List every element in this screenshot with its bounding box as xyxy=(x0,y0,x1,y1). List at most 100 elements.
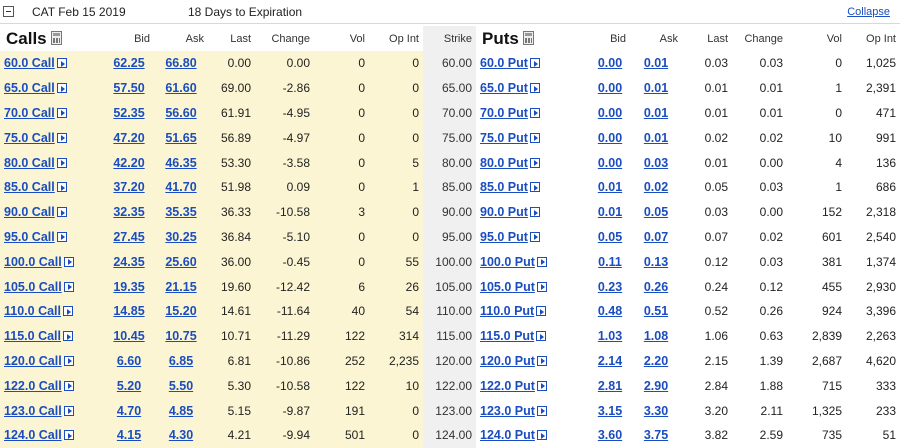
arrow-right-box-icon[interactable] xyxy=(536,430,547,441)
call-ask[interactable]: 6.85 xyxy=(169,354,193,368)
call-contract-link[interactable]: 75.0 Call xyxy=(4,131,55,145)
arrow-right-box-icon[interactable] xyxy=(56,157,67,168)
put-ask[interactable]: 2.20 xyxy=(644,354,668,368)
call-contract-link[interactable]: 85.0 Call xyxy=(4,180,55,194)
put-bid[interactable]: 0.23 xyxy=(598,280,622,294)
put-contract-link[interactable]: 105.0 Put xyxy=(480,280,535,294)
put-contract-link[interactable]: 100.0 Put xyxy=(480,255,535,269)
call-contract-link[interactable]: 70.0 Call xyxy=(4,106,55,120)
call-contract-link[interactable]: 115.0 Call xyxy=(4,329,61,343)
calls-change-header[interactable]: Change xyxy=(255,26,314,51)
arrow-right-box-icon[interactable] xyxy=(63,331,73,342)
call-bid[interactable]: 52.35 xyxy=(113,106,144,120)
call-ask[interactable]: 15.20 xyxy=(165,304,196,318)
arrow-right-box-icon[interactable] xyxy=(529,231,540,242)
put-bid[interactable]: 0.00 xyxy=(598,156,622,170)
call-contract-link[interactable]: 80.0 Call xyxy=(4,156,55,170)
call-bid[interactable]: 37.20 xyxy=(113,180,144,194)
put-ask[interactable]: 0.01 xyxy=(644,106,668,120)
call-ask[interactable]: 21.15 xyxy=(165,280,196,294)
arrow-right-box-icon[interactable] xyxy=(536,281,547,292)
call-bid[interactable]: 14.85 xyxy=(113,304,144,318)
call-bid[interactable]: 6.60 xyxy=(117,354,141,368)
put-bid[interactable]: 0.00 xyxy=(598,131,622,145)
put-bid[interactable]: 0.00 xyxy=(598,56,622,70)
call-ask[interactable]: 61.60 xyxy=(165,81,196,95)
calculator-icon[interactable] xyxy=(522,30,534,45)
put-contract-link[interactable]: 110.0 Put xyxy=(480,304,534,318)
collapse-link[interactable]: Collapse xyxy=(847,6,890,18)
arrow-right-box-icon[interactable] xyxy=(529,207,540,218)
call-bid[interactable]: 10.45 xyxy=(113,329,144,343)
call-contract-link[interactable]: 100.0 Call xyxy=(4,255,62,269)
put-ask[interactable]: 0.01 xyxy=(644,81,668,95)
arrow-right-box-icon[interactable] xyxy=(529,132,540,143)
arrow-right-box-icon[interactable] xyxy=(56,107,67,118)
arrow-right-box-icon[interactable] xyxy=(63,306,73,317)
calls-ask-header[interactable]: Ask xyxy=(154,26,208,51)
call-bid[interactable]: 62.25 xyxy=(113,56,144,70)
arrow-right-box-icon[interactable] xyxy=(536,405,547,416)
puts-change-header[interactable]: Change xyxy=(732,26,787,51)
put-contract-link[interactable]: 70.0 Put xyxy=(480,106,528,120)
call-contract-link[interactable]: 95.0 Call xyxy=(4,230,55,244)
call-contract-link[interactable]: 122.0 Call xyxy=(4,379,62,393)
put-contract-link[interactable]: 120.0 Put xyxy=(480,354,535,368)
call-contract-link[interactable]: 90.0 Call xyxy=(4,205,55,219)
calls-bid-header[interactable]: Bid xyxy=(104,26,154,51)
put-contract-link[interactable]: 95.0 Put xyxy=(480,230,528,244)
call-ask[interactable]: 46.35 xyxy=(165,156,196,170)
arrow-right-box-icon[interactable] xyxy=(536,355,547,366)
put-contract-link[interactable]: 122.0 Put xyxy=(480,379,535,393)
arrow-right-box-icon[interactable] xyxy=(63,405,74,416)
put-contract-link[interactable]: 65.0 Put xyxy=(480,81,528,95)
call-contract-link[interactable]: 60.0 Call xyxy=(4,56,55,70)
put-contract-link[interactable]: 90.0 Put xyxy=(480,205,528,219)
calls-vol-header[interactable]: Vol xyxy=(314,26,369,51)
put-bid[interactable]: 2.14 xyxy=(598,354,622,368)
put-contract-link[interactable]: 75.0 Put xyxy=(480,131,528,145)
arrow-right-box-icon[interactable] xyxy=(536,256,547,267)
put-ask[interactable]: 0.05 xyxy=(644,205,668,219)
put-ask[interactable]: 3.30 xyxy=(644,404,668,418)
call-ask[interactable]: 41.70 xyxy=(165,180,196,194)
call-ask[interactable]: 30.25 xyxy=(165,230,196,244)
calculator-icon[interactable] xyxy=(50,30,62,45)
strike-header[interactable]: Strike xyxy=(423,26,476,51)
put-contract-link[interactable]: 115.0 Put xyxy=(480,329,534,343)
calls-last-header[interactable]: Last xyxy=(208,26,255,51)
put-contract-link[interactable]: 85.0 Put xyxy=(480,180,528,194)
arrow-right-box-icon[interactable] xyxy=(63,281,74,292)
call-ask[interactable]: 4.30 xyxy=(169,428,193,442)
call-bid[interactable]: 42.20 xyxy=(113,156,144,170)
call-contract-link[interactable]: 120.0 Call xyxy=(4,354,62,368)
put-bid[interactable]: 0.01 xyxy=(598,205,622,219)
call-ask[interactable]: 25.60 xyxy=(165,255,196,269)
put-ask[interactable]: 0.07 xyxy=(644,230,668,244)
arrow-right-box-icon[interactable] xyxy=(56,132,67,143)
call-bid[interactable]: 27.45 xyxy=(113,230,144,244)
call-bid[interactable]: 24.35 xyxy=(113,255,144,269)
call-ask[interactable]: 4.85 xyxy=(169,404,193,418)
arrow-right-box-icon[interactable] xyxy=(529,182,540,193)
put-ask[interactable]: 0.01 xyxy=(644,131,668,145)
call-ask[interactable]: 66.80 xyxy=(165,56,196,70)
call-bid[interactable]: 4.15 xyxy=(117,428,141,442)
put-contract-link[interactable]: 80.0 Put xyxy=(480,156,528,170)
put-ask[interactable]: 0.26 xyxy=(644,280,668,294)
arrow-right-box-icon[interactable] xyxy=(536,306,547,317)
put-contract-link[interactable]: 123.0 Put xyxy=(480,404,535,418)
calls-opint-header[interactable]: Op Int xyxy=(369,26,423,51)
arrow-right-box-icon[interactable] xyxy=(56,182,67,193)
put-ask[interactable]: 0.03 xyxy=(644,156,668,170)
puts-bid-header[interactable]: Bid xyxy=(590,26,630,51)
call-bid[interactable]: 47.20 xyxy=(113,131,144,145)
call-ask[interactable]: 51.65 xyxy=(165,131,196,145)
arrow-right-box-icon[interactable] xyxy=(529,157,540,168)
arrow-right-box-icon[interactable] xyxy=(56,83,67,94)
put-bid[interactable]: 0.05 xyxy=(598,230,622,244)
call-contract-link[interactable]: 123.0 Call xyxy=(4,404,62,418)
put-bid[interactable]: 2.81 xyxy=(598,379,622,393)
put-bid[interactable]: 3.60 xyxy=(598,428,622,442)
put-bid[interactable]: 0.11 xyxy=(598,255,622,269)
